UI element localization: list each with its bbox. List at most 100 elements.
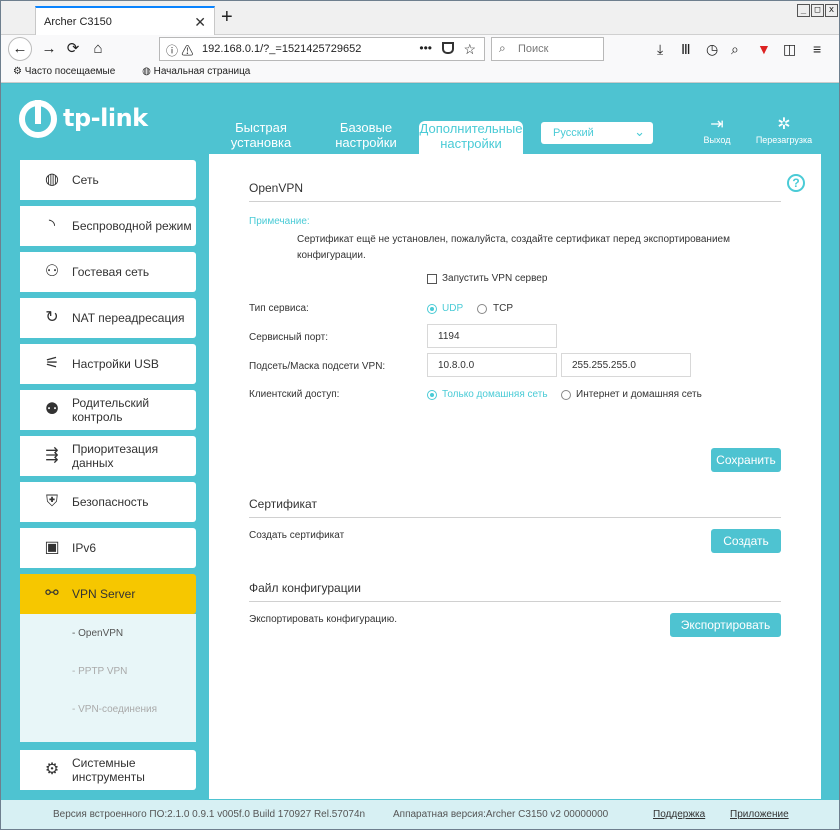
logout-button[interactable]: ⇥ Выход: [701, 115, 733, 145]
sidebar-item-label: Гостевая сеть: [72, 265, 150, 279]
minimize-button[interactable]: _: [797, 4, 810, 17]
sidebar-item-qos[interactable]: ⇶ Приоритезация данных: [20, 436, 196, 476]
menu-icon[interactable]: ≡: [813, 39, 821, 59]
export-button[interactable]: Экспортировать: [670, 613, 781, 637]
vpn-submenu: - OpenVPN - PPTP VPN - VPN-соединения: [20, 614, 196, 742]
firmware-version: Версия встроенного ПО:2.1.0 0.9.1 v005f.…: [53, 809, 366, 820]
usb-icon: ⚟: [44, 355, 60, 372]
support-link[interactable]: Поддержка: [653, 809, 705, 820]
parental-icon: ⚉: [44, 401, 60, 418]
note-text: Сертификат ещё не установлен, пожалуйста…: [297, 234, 730, 261]
internet-home-radio[interactable]: [561, 390, 571, 400]
home-button[interactable]: ⌂: [88, 39, 108, 59]
subnet-input[interactable]: 10.8.0.0: [427, 353, 557, 377]
reload-button[interactable]: ⟳: [63, 39, 83, 59]
sidebar-item-security[interactable]: ⛨ Безопасность: [20, 482, 196, 522]
globe-icon: ◍: [45, 171, 59, 188]
sidebar-item-nat[interactable]: ↻ NAT переадресация: [20, 298, 196, 338]
language-select[interactable]: Русский ⌄: [541, 122, 653, 144]
sidebar-item-label: Настройки USB: [72, 357, 159, 371]
address-bar[interactable]: ⓘ ⚠ 192.168.0.1/?_=1521425729652 ••• ☆: [159, 37, 485, 61]
bookmarks-bar: ⚙ Часто посещаемые ◍ Начальная страница: [1, 63, 839, 83]
sidebar-item-system-tools[interactable]: ⚙ Системные инструменты: [20, 750, 196, 790]
certificate-title: Сертификат: [249, 497, 781, 518]
search-placeholder: Поиск: [518, 43, 549, 55]
sidebar-item-label: Безопасность: [72, 495, 149, 509]
submenu-vpn-connections[interactable]: - VPN-соединения: [72, 704, 157, 715]
sidebar-item-vpn-server[interactable]: ⚯ VPN Server: [20, 574, 196, 614]
sidebar-item-network[interactable]: ◍ Сеть: [20, 160, 196, 200]
new-tab-button[interactable]: +: [221, 7, 233, 27]
note-label: Примечание:: [249, 216, 310, 227]
openvpn-title: OpenVPN: [249, 181, 781, 202]
tab-quick-setup[interactable]: Быстрая установка: [209, 120, 313, 150]
home-only-radio[interactable]: [427, 390, 437, 400]
sidebar-item-label: IPv6: [72, 541, 97, 555]
sidebar-item-guest[interactable]: ⚇ Гостевая сеть: [20, 252, 196, 292]
pocket-icon[interactable]: [442, 42, 454, 54]
zoom-icon[interactable]: ⌕: [731, 39, 739, 59]
udp-label: UDP: [442, 303, 464, 314]
bookmark-start[interactable]: ◍ Начальная страница: [142, 66, 262, 77]
close-window-button[interactable]: x: [825, 4, 838, 17]
tp-link-logo-mark: [19, 100, 57, 138]
page-actions-icon[interactable]: •••: [419, 41, 432, 55]
adblock-icon[interactable]: ▼: [757, 39, 771, 59]
client-access-label: Клиентский доступ:: [249, 389, 340, 400]
main-panel: OpenVPN ? Примечание: Сертификат ещё не …: [209, 154, 821, 799]
browser-tab[interactable]: Archer C3150 ✕: [35, 6, 215, 35]
enable-vpn-checkbox[interactable]: [427, 274, 437, 284]
download-icon[interactable]: ⤓: [657, 39, 663, 59]
submenu-pptp[interactable]: - PPTP VPN: [72, 666, 127, 677]
qos-icon: ⇶: [45, 447, 59, 464]
site-info-icon[interactable]: ⓘ ⚠: [166, 42, 193, 59]
bookmark-star-icon[interactable]: ☆: [463, 41, 476, 58]
subnet-label: Подсеть/Маска подсети VPN:: [249, 361, 386, 372]
submenu-openvpn[interactable]: - OpenVPN: [72, 628, 123, 639]
create-button[interactable]: Создать: [711, 529, 781, 553]
chevron-down-icon: ⌄: [634, 124, 645, 139]
close-tab-icon[interactable]: ✕: [194, 14, 206, 31]
tab-basic[interactable]: Базовые настройки: [314, 120, 418, 150]
service-type-label: Тип сервиса:: [249, 303, 309, 314]
reboot-button[interactable]: ✲ Перезагрузка: [753, 115, 815, 145]
sidebar-item-parental[interactable]: ⚉ Родительский контроль: [20, 390, 196, 430]
hardware-version: Аппаратная версия:Archer C3150 v2 000000…: [393, 809, 609, 820]
search-icon: ⌕: [499, 41, 506, 55]
back-button[interactable]: ←: [8, 37, 32, 61]
home-only-label: Только домашняя сеть: [442, 389, 548, 400]
udp-radio[interactable]: [427, 304, 437, 314]
export-label: Экспортировать конфигурацию.: [249, 614, 398, 625]
sidebar-item-usb[interactable]: ⚟ Настройки USB: [20, 344, 196, 384]
tcp-label: TCP: [493, 303, 513, 314]
create-cert-label: Создать сертификат: [249, 530, 345, 541]
sidebar-item-wireless[interactable]: ◝ Беспроводной режим: [20, 206, 196, 246]
forward-button[interactable]: →: [39, 39, 59, 59]
save-button[interactable]: Сохранить: [711, 448, 781, 472]
app-link[interactable]: Приложение: [730, 809, 789, 820]
nav-bar: ← → ⟳ ⌂ ⓘ ⚠ 192.168.0.1/?_=1521425729652…: [1, 35, 839, 63]
sidebar-item-ipv6[interactable]: ▣ IPv6: [20, 528, 196, 568]
tab-advanced[interactable]: Дополнительные настройки: [419, 121, 523, 154]
tp-link-logo: tp-link: [19, 100, 148, 138]
logout-label: Выход: [703, 135, 731, 145]
ipv6-icon: ▣: [44, 539, 60, 556]
sidebar-item-label: Системные инструменты: [72, 756, 145, 784]
bookmark-frequent[interactable]: ⚙ Часто посещаемые: [13, 66, 127, 77]
shield-icon: ⛨: [45, 493, 58, 510]
sidebar: ◍ Сеть ◝ Беспроводной режим ⚇ Гостевая с…: [20, 154, 197, 794]
tcp-radio[interactable]: [477, 304, 487, 314]
search-input[interactable]: ⌕ Поиск: [491, 37, 604, 61]
internet-home-label: Интернет и домашняя сеть: [576, 389, 702, 400]
port-input[interactable]: 1194: [427, 324, 557, 348]
library-icon[interactable]: Ⅲ: [681, 39, 691, 59]
mask-input[interactable]: 255.255.255.0: [561, 353, 691, 377]
sidebar-icon[interactable]: ◫: [783, 39, 796, 59]
history-icon[interactable]: ◷: [706, 39, 718, 59]
title-bar: Archer C3150 ✕ + _ □ x: [1, 1, 839, 35]
help-icon[interactable]: ?: [787, 174, 805, 192]
language-value: Русский: [553, 127, 594, 139]
maximize-button[interactable]: □: [811, 4, 824, 17]
sidebar-item-label: Приоритезация данных: [72, 442, 159, 470]
port-label: Сервисный порт:: [249, 332, 328, 343]
